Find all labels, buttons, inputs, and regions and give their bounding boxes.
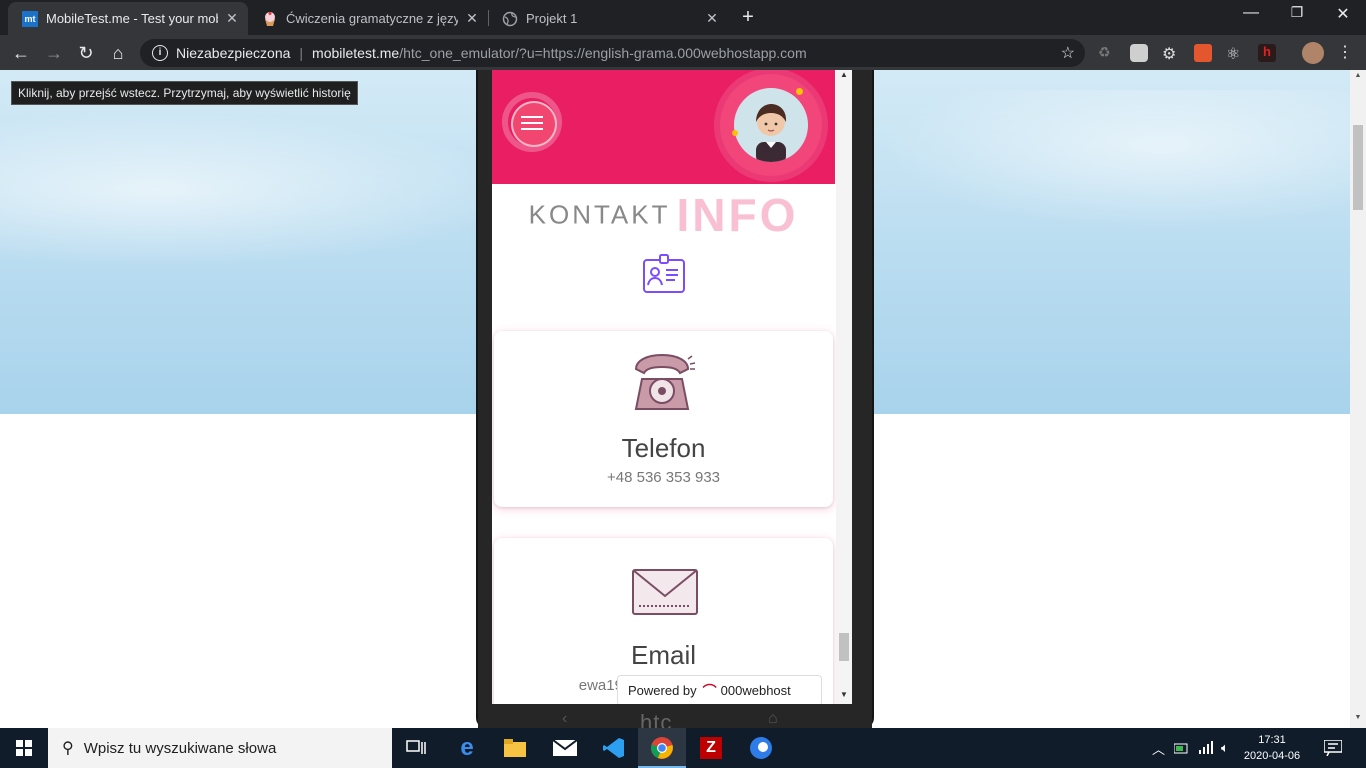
cupcake-icon bbox=[262, 11, 278, 27]
chrome-icon[interactable] bbox=[638, 728, 686, 768]
mail-icon[interactable] bbox=[541, 728, 589, 768]
phone-scrollbar[interactable]: ▲ ▼ bbox=[836, 70, 852, 704]
sparkle-icon bbox=[796, 88, 803, 95]
close-tab-icon[interactable]: ✕ bbox=[224, 10, 240, 27]
fire-extension-icon[interactable] bbox=[1194, 44, 1212, 62]
tab-projekt[interactable]: Projekt 1 ✕ bbox=[488, 2, 728, 35]
file-explorer-icon[interactable] bbox=[491, 728, 539, 768]
heading-bold: INFO bbox=[676, 189, 799, 241]
minimize-icon[interactable]: — bbox=[1236, 4, 1266, 22]
webhost-logo-icon: ⌒ bbox=[702, 682, 717, 699]
scroll-down-arrow-icon[interactable]: ▼ bbox=[1350, 714, 1366, 721]
contact-heading: KONTAKT INFO bbox=[492, 188, 835, 242]
bookmark-star-icon[interactable]: ☆ bbox=[1061, 43, 1075, 63]
search-icon: ⚲ bbox=[62, 740, 74, 757]
clock-time: 17:31 bbox=[1258, 734, 1286, 746]
address-bar[interactable]: i Niezabezpieczona | mobiletest.me /htc_… bbox=[140, 39, 1085, 67]
card-label: Telefon bbox=[621, 433, 706, 463]
card-label: Email bbox=[630, 640, 696, 670]
profile-avatar[interactable] bbox=[1302, 42, 1324, 64]
back-arrow-icon[interactable]: ← bbox=[10, 42, 32, 64]
security-label[interactable]: Niezabezpieczona bbox=[176, 45, 290, 61]
browser-toolbar: ← → ↻ ⌂ i Niezabezpieczona | mobiletest.… bbox=[0, 35, 1366, 70]
avatar-illustration bbox=[734, 88, 808, 162]
close-tab-icon[interactable]: ✕ bbox=[704, 10, 720, 27]
powered-by-badge[interactable]: Powered by ⌒ 000webhost bbox=[617, 675, 822, 704]
globe-icon bbox=[502, 11, 518, 27]
windows-logo-icon bbox=[16, 740, 32, 756]
phone-home-icon[interactable]: ⌂ bbox=[768, 710, 778, 728]
phone-back-icon[interactable]: ‹ bbox=[562, 710, 567, 728]
telephone-icon bbox=[630, 353, 696, 420]
tab-mobiletest[interactable]: mt MobileTest.me - Test your mobile ✕ bbox=[8, 2, 248, 35]
info-icon[interactable]: i bbox=[152, 45, 168, 61]
tab-strip: mt MobileTest.me - Test your mobile ✕ Ćw… bbox=[0, 0, 1366, 35]
vscode-icon[interactable] bbox=[590, 728, 638, 768]
heading-light: KONTAKT bbox=[528, 199, 671, 230]
show-hidden-icons-icon[interactable]: ︿ bbox=[1152, 728, 1165, 768]
powered-prefix: Powered by bbox=[628, 683, 697, 698]
h-extension-icon[interactable]: h bbox=[1258, 44, 1276, 62]
menu-dots-icon[interactable]: ⋮ bbox=[1334, 42, 1356, 64]
phone-scroll-thumb[interactable] bbox=[839, 633, 849, 661]
camera-extension-icon[interactable] bbox=[1130, 44, 1148, 62]
filezilla-icon[interactable]: Z bbox=[687, 728, 735, 768]
tab-cwiczenia[interactable]: Ćwiczenia gramatyczne z języka a ✕ bbox=[248, 2, 488, 35]
restore-icon[interactable]: ❐ bbox=[1282, 4, 1312, 21]
phone-number[interactable]: +48 536 353 933 bbox=[494, 469, 833, 486]
volume-icon[interactable]: 🔈︎ bbox=[1221, 728, 1229, 768]
page-scrollbar[interactable]: ▲ ▼ bbox=[1350, 70, 1366, 728]
phone-screen: KONTAKT INFO Telefon +48 536 353 933 Ema… bbox=[492, 70, 852, 704]
gear-extension-icon[interactable]: ⚙ bbox=[1162, 44, 1180, 63]
page-scroll-thumb[interactable] bbox=[1353, 125, 1363, 210]
page-viewport: KONTAKT INFO Telefon +48 536 353 933 Ema… bbox=[0, 70, 1350, 728]
search-placeholder: Wpisz tu wyszukiwane słowa bbox=[83, 739, 277, 757]
close-window-icon[interactable]: ✕ bbox=[1328, 4, 1358, 24]
tab-title: Projekt 1 bbox=[526, 11, 578, 26]
mobiletest-favicon: mt bbox=[22, 10, 38, 27]
firefox-icon[interactable] bbox=[737, 728, 785, 768]
phone-contact-card: Telefon +48 536 353 933 bbox=[494, 331, 833, 507]
sparkle-icon bbox=[732, 130, 738, 136]
tab-title: MobileTest.me - Test your mobile bbox=[46, 11, 218, 26]
scroll-down-arrow-icon[interactable]: ▼ bbox=[836, 690, 852, 699]
powered-brand: 000webhost bbox=[720, 683, 791, 698]
url-host: mobiletest.me bbox=[312, 45, 400, 61]
site-header bbox=[492, 70, 835, 184]
home-icon[interactable]: ⌂ bbox=[107, 42, 129, 64]
phone-hardware-nav: ‹ htc ⌂ bbox=[476, 704, 874, 728]
back-tooltip: Kliknij, aby przejść wstecz. Przytrzymaj… bbox=[11, 81, 358, 105]
avatar bbox=[720, 74, 822, 176]
recycle-extension-icon[interactable]: ♻ bbox=[1098, 44, 1116, 62]
scroll-up-arrow-icon[interactable]: ▲ bbox=[836, 70, 852, 79]
close-tab-icon[interactable]: ✕ bbox=[464, 10, 480, 27]
reload-icon[interactable]: ↻ bbox=[75, 42, 97, 64]
tab-title: Ćwiczenia gramatyczne z języka a bbox=[286, 11, 458, 26]
url-path: /htc_one_emulator/?u=https://english-gra… bbox=[399, 45, 807, 61]
battery-network-icon[interactable] bbox=[1174, 728, 1190, 768]
edge-icon[interactable]: e bbox=[443, 728, 491, 768]
url-divider: | bbox=[299, 45, 304, 61]
scroll-up-arrow-icon[interactable]: ▲ bbox=[1350, 72, 1366, 79]
start-button[interactable] bbox=[0, 728, 48, 768]
action-center-icon[interactable] bbox=[1324, 728, 1342, 768]
windows-taskbar: ⚲ Wpisz tu wyszukiwane słowa e Z ︿ 🔈︎ 17… bbox=[0, 728, 1366, 768]
taskbar-search-box[interactable]: ⚲ Wpisz tu wyszukiwane słowa bbox=[48, 728, 392, 768]
id-card-icon bbox=[642, 254, 686, 299]
phone-brand: htc bbox=[640, 710, 673, 728]
forward-arrow-icon[interactable]: → bbox=[43, 42, 65, 64]
task-view-icon[interactable] bbox=[392, 728, 440, 768]
system-clock[interactable]: 17:31 2020-04-06 bbox=[1240, 732, 1304, 764]
clock-date: 2020-04-06 bbox=[1243, 750, 1301, 762]
envelope-icon bbox=[631, 568, 699, 621]
wifi-signal-icon[interactable] bbox=[1198, 728, 1214, 768]
new-tab-icon[interactable]: + bbox=[738, 6, 758, 29]
hamburger-icon bbox=[521, 116, 543, 134]
hamburger-menu-button[interactable] bbox=[502, 92, 562, 152]
react-extension-icon[interactable]: ⚛ bbox=[1226, 44, 1244, 63]
